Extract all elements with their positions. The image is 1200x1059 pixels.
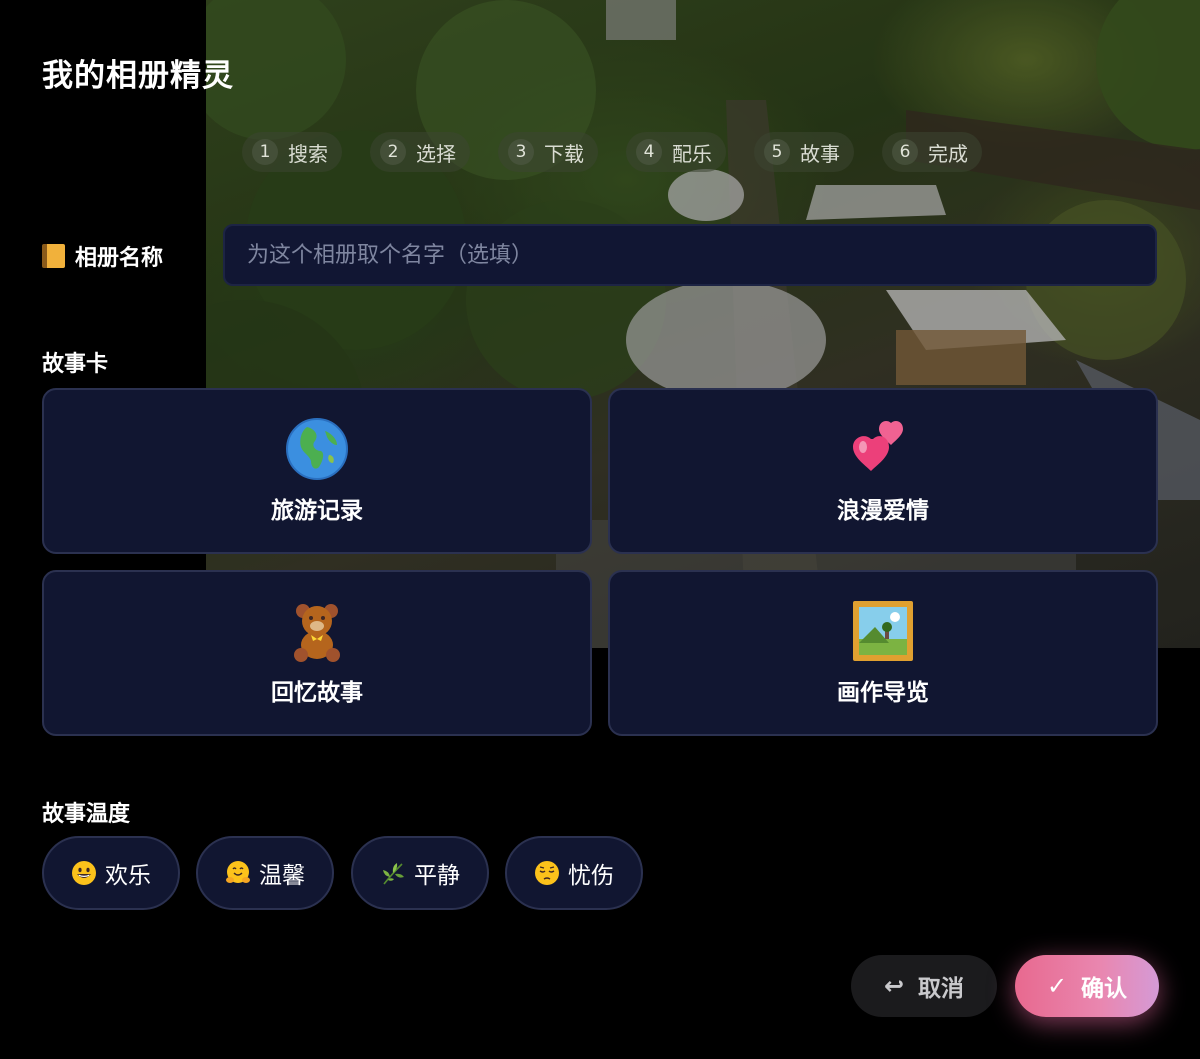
hugging-face-icon [226,861,250,883]
album-name-label: 相册名称 [42,240,163,272]
step-label: 完成 [928,141,968,166]
check-icon: ✓ [1046,972,1068,1000]
mood-chip-label: 平静 [414,863,460,889]
step-download[interactable]: 3 下载 [498,132,598,172]
mood-chip-warm[interactable]: 温馨 [196,836,334,910]
step-label: 选择 [416,141,456,166]
mood-section-label: 故事温度 [42,802,131,827]
mood-chip-sad[interactable]: 忧伤 [505,836,643,910]
step-indicator: 1 搜索 2 选择 3 下载 4 配乐 5 故事 6 完成 [242,132,1010,172]
teddy-bear-icon [294,604,340,662]
story-card-section-label: 故事卡 [42,352,109,377]
story-card-label: 回忆故事 [271,680,363,706]
pensive-face-icon [535,861,559,885]
confirm-button[interactable]: ✓ 确认 [1015,955,1159,1017]
mood-chip-label: 温馨 [259,863,305,889]
step-number: 4 [636,139,662,165]
mood-chip-joyful[interactable]: 欢乐 [42,836,180,910]
framed-picture-icon [853,601,913,661]
story-card-label: 画作导览 [837,680,929,706]
mood-chip-calm[interactable]: 平静 [351,836,489,910]
step-number: 2 [380,139,406,165]
story-card-travel[interactable]: 旅游记录 [42,388,592,554]
album-name-label-text: 相册名称 [75,246,164,271]
step-number: 1 [252,139,278,165]
story-card-label: 旅游记录 [271,498,363,524]
step-music[interactable]: 4 配乐 [626,132,726,172]
herb-icon [383,863,404,885]
album-name-input[interactable] [223,224,1157,286]
return-icon: ↩ [883,972,905,1000]
step-done[interactable]: 6 完成 [882,132,982,172]
step-label: 搜索 [288,141,328,166]
notebook-icon [42,244,65,268]
globe-icon [286,418,348,480]
story-card-label: 浪漫爱情 [837,498,929,524]
step-story[interactable]: 5 故事 [754,132,854,172]
step-label: 故事 [800,141,840,166]
step-label: 下载 [544,141,584,166]
story-card-memory[interactable]: 回忆故事 [42,570,592,736]
mood-chip-label: 忧伤 [568,863,614,889]
grinning-face-icon [72,861,96,885]
app-root: 我的相册精灵 1 搜索 2 选择 3 下载 4 配乐 5 故事 6 完成 相册名… [0,0,1200,1059]
cancel-button-label: 取消 [918,976,965,1002]
step-search[interactable]: 1 搜索 [242,132,342,172]
mood-chip-label: 欢乐 [105,863,151,889]
two-hearts-icon [853,421,903,471]
page-title: 我的相册精灵 [42,58,234,94]
story-card-romance[interactable]: 浪漫爱情 [608,388,1158,554]
story-card-artwork[interactable]: 画作导览 [608,570,1158,736]
confirm-button-label: 确认 [1081,976,1128,1002]
step-number: 6 [892,139,918,165]
step-select[interactable]: 2 选择 [370,132,470,172]
step-number: 5 [764,139,790,165]
step-number: 3 [508,139,534,165]
cancel-button[interactable]: ↩ 取消 [851,955,997,1017]
step-label: 配乐 [672,141,712,166]
